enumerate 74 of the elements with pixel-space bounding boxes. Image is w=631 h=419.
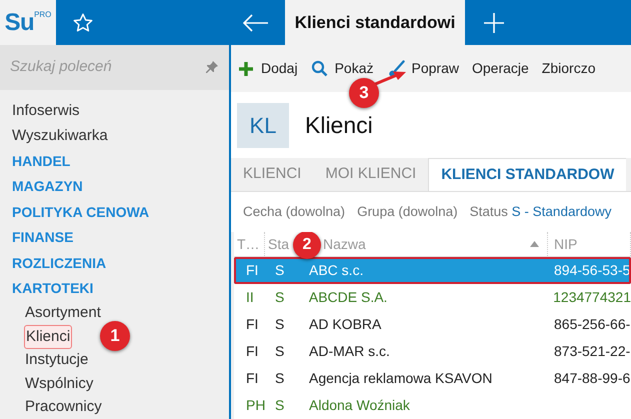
column-header[interactable]: Nazwa (323, 234, 366, 254)
table-cell-text: Agencja reklamowa KSAVON (308, 369, 494, 388)
filter-link[interactable]: Status S - Standardowy (470, 202, 612, 222)
toolbar-button[interactable]: Pokaż (310, 60, 374, 77)
toolbar-button[interactable]: Dodaj (238, 60, 298, 77)
star-icon[interactable] (72, 12, 94, 34)
table-cell-text: AD-MAR s.c. (308, 342, 391, 361)
table-cell-text: S (274, 261, 286, 280)
tab[interactable]: KLIENCI (231, 158, 314, 191)
column-header[interactable]: Sta (268, 234, 290, 254)
menu-item[interactable]: Wyszukiwarka (12, 123, 229, 148)
menu-item[interactable]: Wspólnicy (24, 372, 94, 395)
table-cell-text: 894-56-53-5 (553, 261, 631, 280)
table-row[interactable]: FI S AD-MAR s.c. 873-521-22- (234, 338, 631, 365)
menu-section[interactable]: ROZLICZENIA (12, 250, 229, 276)
search-icon (310, 60, 328, 77)
menu-item[interactable]: Asortyment (24, 302, 102, 324)
pin-icon[interactable] (205, 60, 219, 74)
table-cell-text: AD KOBRA (308, 315, 382, 334)
step-marker: 3 (349, 78, 379, 108)
table-cell-text: S (274, 315, 286, 334)
table-cell-text: S (274, 342, 286, 361)
menu-section[interactable]: HANDEL (12, 148, 229, 174)
step-marker: 1 (100, 321, 130, 351)
table-cell-text: FI (245, 369, 260, 388)
toolbar-button[interactable]: Zbiorczo (542, 60, 596, 77)
menu-section[interactable]: KARTOTEKI (12, 276, 229, 302)
menu-item[interactable]: Instytucje (24, 349, 90, 372)
table-cell-text: PH (245, 396, 265, 415)
back-arrow-icon[interactable] (243, 14, 269, 32)
table-cell-text: S (274, 288, 286, 307)
table-cell-text: 847-88-99-6 (553, 369, 631, 388)
table-cell-text: S (274, 396, 286, 415)
logo-superscript: PRO (34, 10, 52, 18)
table-cell-text: ABC s.c. (308, 261, 364, 280)
filter-link[interactable]: Cecha (dowolna) (243, 202, 346, 222)
toolbar-button[interactable]: Popraw (386, 60, 459, 78)
module-badge: KL (237, 102, 289, 148)
menu-item[interactable]: Klienci (24, 324, 72, 349)
app-logo: Su (4, 10, 34, 36)
tab[interactable]: MOI KLIENCI (313, 158, 428, 191)
table-cell-text: 873-521-22- (553, 342, 631, 361)
document-tab[interactable]: Klienci standardowi (285, 0, 465, 45)
table-row[interactable]: II S ABCDE S.A. 1234774321 (234, 284, 631, 311)
table-cell-text: S (274, 369, 286, 388)
table-cell-text: 865-256-66- (553, 315, 631, 334)
table-cell-text: 1234774321 (552, 288, 631, 307)
table-cell-text: FI (245, 342, 260, 361)
table-cell-text: Aldona Woźniak (308, 396, 411, 415)
tab[interactable]: KLIENCI STANDARDOW (428, 158, 626, 191)
table-row[interactable]: FI S Agencja reklamowa KSAVON 847-88-99-6 (234, 365, 631, 392)
table-cell-text: ABCDE S.A. (308, 288, 388, 307)
toolbar-button[interactable]: Operacje (472, 60, 529, 77)
menu-section[interactable]: MAGAZYN (12, 174, 229, 200)
brush-icon (386, 60, 405, 78)
column-header[interactable]: T… (237, 234, 260, 254)
menu-section[interactable]: FINANSE (12, 225, 229, 250)
search-field[interactable]: Szukaj poleceń (10, 56, 190, 78)
table-cell-text: II (245, 288, 255, 307)
table-row[interactable]: FI S AD KOBRA 865-256-66- (234, 311, 631, 338)
menu-item[interactable]: Pracownicy (24, 396, 103, 418)
plus-icon[interactable] (483, 12, 505, 34)
column-header[interactable]: NIP (554, 234, 578, 254)
module-title: Klienci (305, 110, 373, 140)
table-cell-text: FI (245, 315, 260, 334)
search-box[interactable]: Szukaj poleceń (0, 45, 229, 90)
menu-item[interactable]: Infoserwis (12, 98, 229, 123)
filter-link[interactable]: Grupa (dowolna) (357, 202, 458, 222)
table-row[interactable]: FI S ABC s.c. 894-56-53-5 (234, 257, 631, 284)
menu-section[interactable]: POLITYKA CENOWA (12, 200, 229, 225)
step-marker: 2 (293, 232, 321, 259)
plus-icon (238, 60, 254, 76)
table-cell-text: FI (245, 261, 260, 280)
table-row[interactable]: PH S Aldona Woźniak (234, 392, 631, 419)
